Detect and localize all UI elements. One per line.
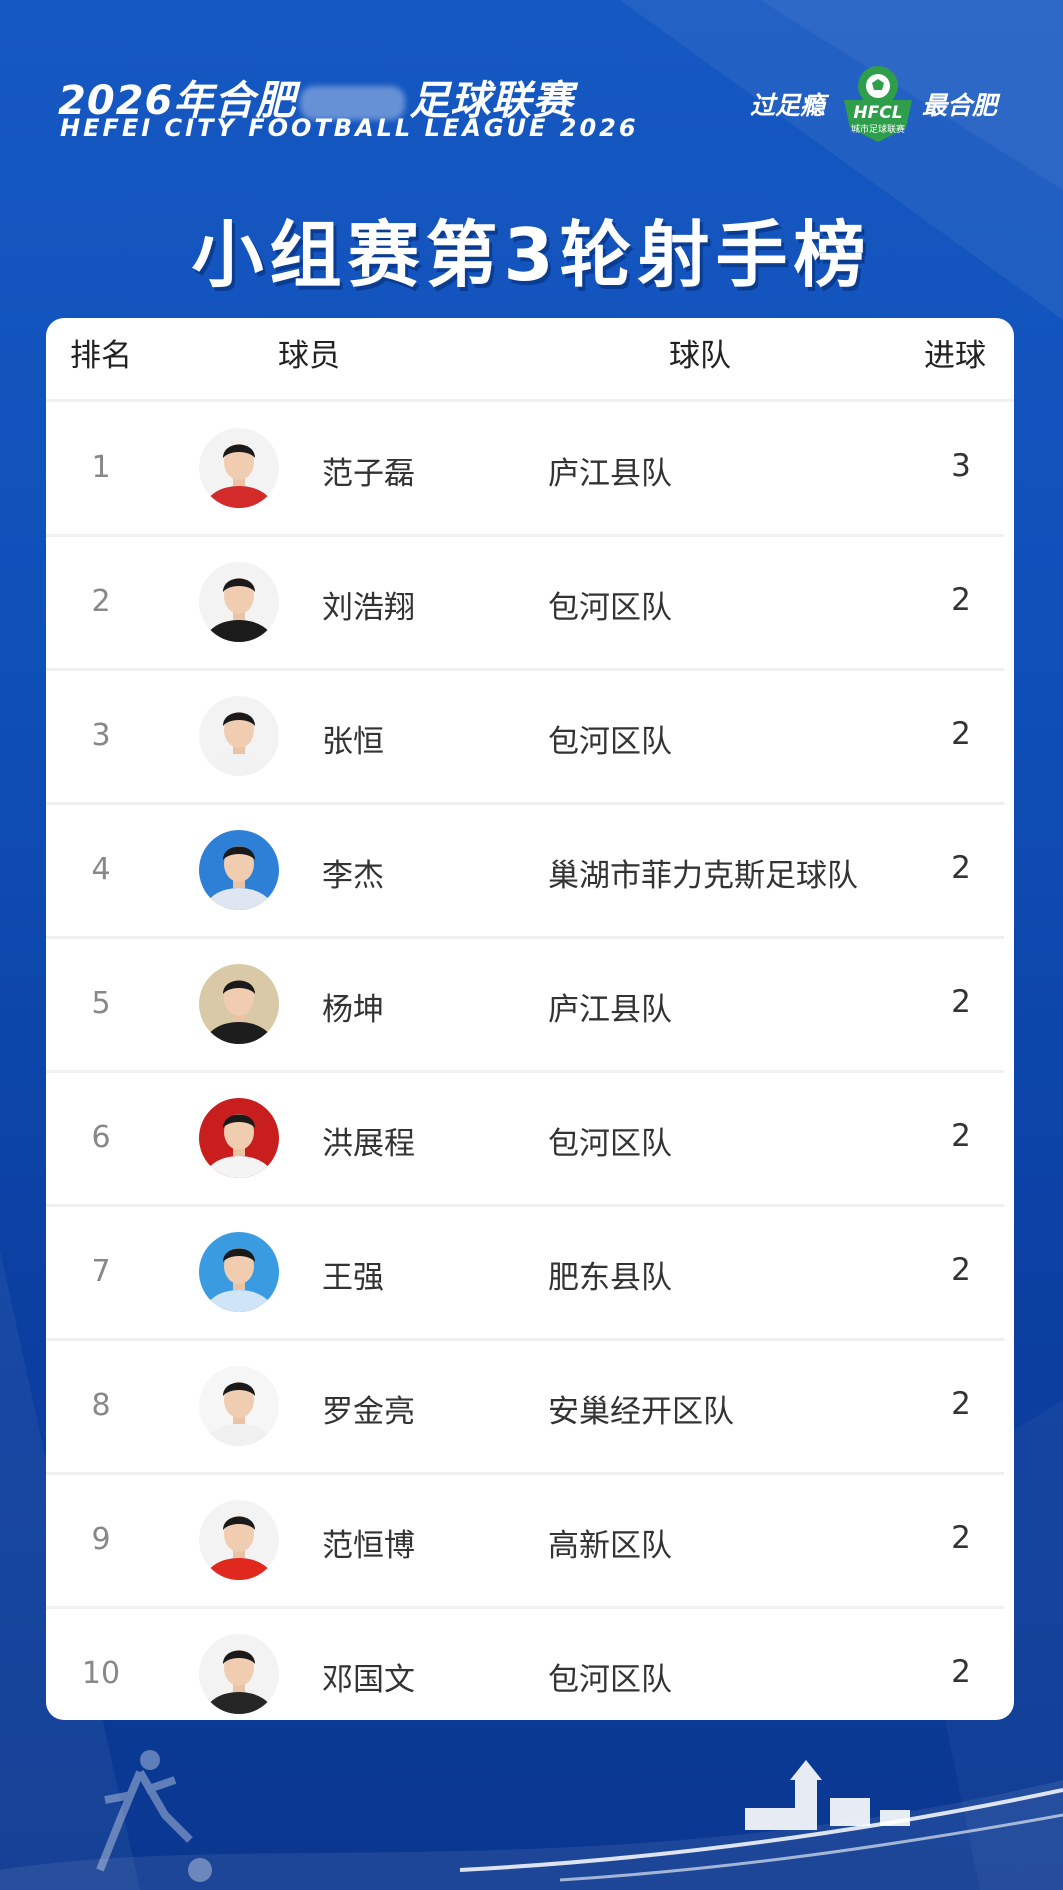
hfcl-logo: HFCL 城市足球联赛 xyxy=(844,66,912,142)
rank-cell: 8 xyxy=(91,1388,111,1423)
team-name: 安巢经开区队 xyxy=(548,1394,734,1430)
column-header-goals: 进球 xyxy=(924,338,986,374)
player-avatar xyxy=(199,562,279,642)
logo-text: HFCL xyxy=(853,103,902,123)
player-avatar xyxy=(199,1366,279,1446)
player-avatar xyxy=(199,964,279,1044)
player-name: 范子磊 xyxy=(322,456,415,492)
column-header-team: 球队 xyxy=(669,338,731,374)
table-row: 8 罗金亮 安巢经开区队 2 xyxy=(46,1340,1004,1475)
player-name: 李杰 xyxy=(322,858,384,894)
team-name: 包河区队 xyxy=(548,1126,672,1162)
table-row: 7 王强 肥东县队 2 xyxy=(46,1206,1004,1341)
goals-count: 3 xyxy=(951,448,971,484)
player-avatar xyxy=(199,696,279,776)
rank-cell: 9 xyxy=(91,1522,111,1557)
column-header-rank: 排名 xyxy=(70,338,132,374)
player-avatar xyxy=(199,830,279,910)
table-row: 3 张恒 包河区队 2 xyxy=(46,670,1004,805)
league-title-en: HEFEI CITY FOOTBALL LEAGUE 2026 xyxy=(60,114,639,142)
team-name: 包河区队 xyxy=(548,724,672,760)
player-avatar xyxy=(199,1634,279,1714)
logo-subtext: 城市足球联赛 xyxy=(851,123,905,135)
table-row: 2 刘浩翔 包河区队 2 xyxy=(46,536,1004,671)
rank-cell: 10 xyxy=(81,1656,121,1691)
player-name: 王强 xyxy=(322,1260,384,1296)
player-avatar xyxy=(199,428,279,508)
goals-count: 2 xyxy=(951,1654,971,1690)
rank-cell: 2 xyxy=(91,584,111,619)
column-header-player: 球员 xyxy=(278,338,340,374)
team-name: 巢湖市菲力克斯足球队 xyxy=(548,858,858,894)
table-header: 排名 球员 球队 进球 xyxy=(46,318,1014,400)
page-title: 小组赛第3轮射手榜 xyxy=(191,213,872,297)
table-row: 9 范恒博 高新区队 2 xyxy=(46,1474,1004,1609)
skyline-decoration xyxy=(0,1750,1063,1890)
table-row: 1 范子磊 庐江县队 3 xyxy=(46,402,1004,537)
table-row: 5 杨坤 庐江县队 2 xyxy=(46,938,1004,1073)
player-name: 范恒博 xyxy=(322,1528,415,1564)
team-name: 高新区队 xyxy=(548,1528,672,1564)
player-name: 罗金亮 xyxy=(322,1394,415,1430)
player-name: 刘浩翔 xyxy=(322,590,415,626)
goals-count: 2 xyxy=(951,1386,971,1422)
rank-cell: 4 xyxy=(91,852,111,887)
header: 2026年合肥 足球联赛 HEFEI CITY FOOTBALL LEAGUE 2… xyxy=(0,0,1063,320)
rank-cell: 1 xyxy=(91,450,111,485)
table-row: 10 邓国文 包河区队 2 xyxy=(46,1608,1004,1720)
slogan-left: 过足瘾 xyxy=(750,91,826,120)
player-avatar xyxy=(199,1500,279,1580)
rank-cell: 5 xyxy=(91,986,111,1021)
goals-count: 2 xyxy=(951,984,971,1020)
player-avatar xyxy=(199,1098,279,1178)
goals-count: 2 xyxy=(951,716,971,752)
goals-count: 2 xyxy=(951,582,971,618)
slogan-right: 最合肥 xyxy=(922,91,998,120)
player-name: 洪展程 xyxy=(322,1126,415,1162)
scorers-table: 排名 球员 球队 进球 1 范子磊 庐江县队 3 2 刘浩翔 包河区队 2 3 张恒 包河区队 2 4 李… xyxy=(46,318,1014,1720)
team-name: 包河区队 xyxy=(548,1662,672,1698)
team-name: 庐江县队 xyxy=(548,456,672,492)
rank-cell: 3 xyxy=(91,718,111,753)
rank-cell: 7 xyxy=(91,1254,111,1289)
table-row: 6 洪展程 包河区队 2 xyxy=(46,1072,1004,1207)
team-name: 肥东县队 xyxy=(548,1260,672,1296)
team-name: 庐江县队 xyxy=(548,992,672,1028)
goals-count: 2 xyxy=(951,850,971,886)
goals-count: 2 xyxy=(951,1118,971,1154)
team-name: 包河区队 xyxy=(548,590,672,626)
player-avatar xyxy=(199,1232,279,1312)
player-name: 杨坤 xyxy=(322,992,384,1028)
player-name: 张恒 xyxy=(322,724,384,760)
goals-count: 2 xyxy=(951,1252,971,1288)
table-row: 4 李杰 巢湖市菲力克斯足球队 2 xyxy=(46,804,1004,939)
rank-cell: 6 xyxy=(91,1120,111,1155)
goals-count: 2 xyxy=(951,1520,971,1556)
player-name: 邓国文 xyxy=(322,1662,415,1698)
